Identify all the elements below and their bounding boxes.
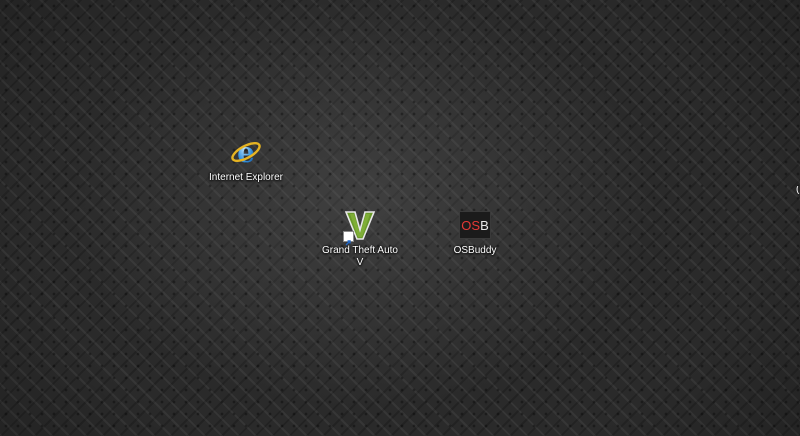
icon-label: Internet Explorer xyxy=(209,172,283,183)
diamond-plate-texture xyxy=(0,0,800,436)
desktop-icon-grand-theft-auto-v[interactable]: Grand Theft Auto V xyxy=(322,208,398,269)
desktop[interactable]: e Internet Explorer Grand Theft Auto V O… xyxy=(0,0,800,436)
gta-v-icon xyxy=(343,208,377,246)
osbuddy-logo: OS B xyxy=(459,211,491,239)
desktop-icon-osbuddy[interactable]: OS B OSBuddy xyxy=(437,208,513,257)
osbuddy-logo-os: OS xyxy=(461,217,481,233)
shortcut-arrow-icon xyxy=(343,231,354,246)
icon-label: OSBuddy xyxy=(453,245,497,256)
desktop-icon-internet-explorer[interactable]: e Internet Explorer xyxy=(208,135,284,184)
internet-explorer-logo: e xyxy=(231,136,261,169)
internet-explorer-icon: e xyxy=(229,135,263,169)
osbuddy-icon: OS B xyxy=(458,208,492,242)
clipped-icon-label-edge: ( xyxy=(796,186,800,194)
icon-label: Grand Theft Auto V xyxy=(322,245,398,268)
osbuddy-logo-b: B xyxy=(480,217,489,233)
shortcut-arrow-glyph xyxy=(345,240,351,246)
svg-text:e: e xyxy=(237,136,255,169)
